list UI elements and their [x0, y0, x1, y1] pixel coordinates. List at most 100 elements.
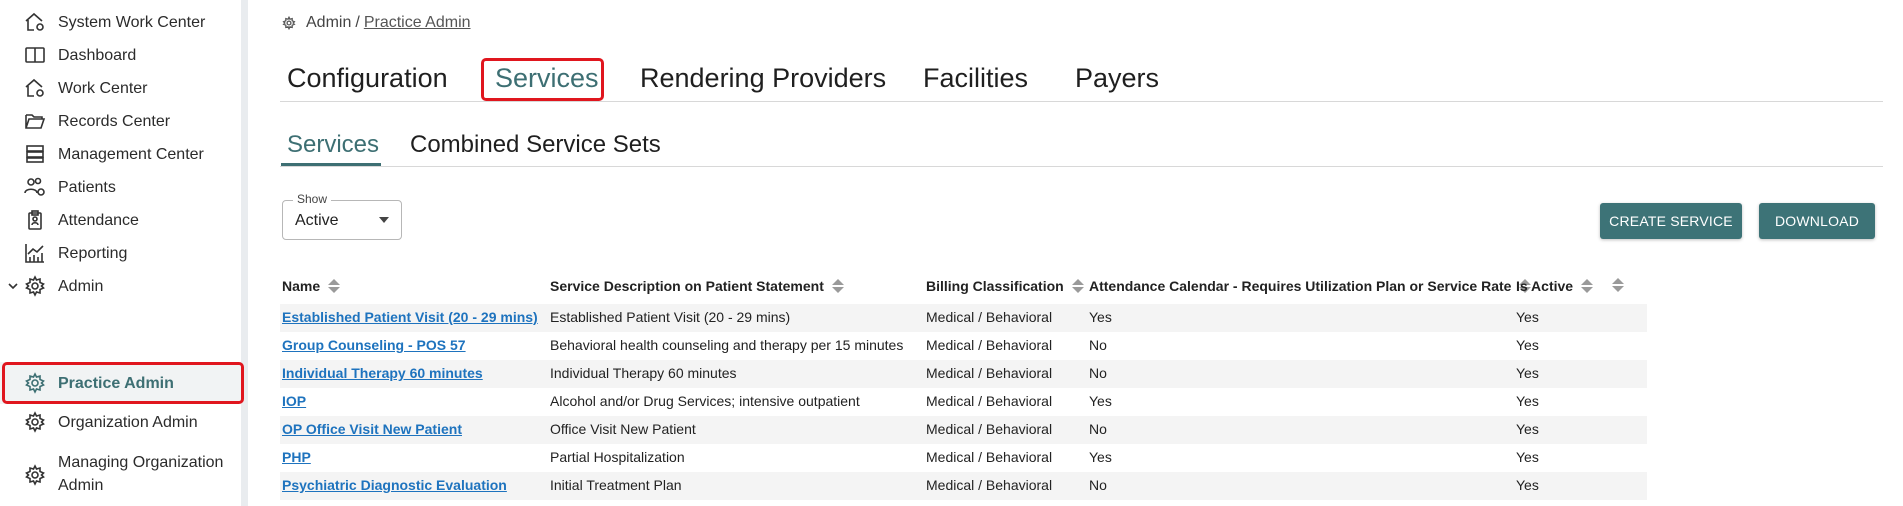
billing-classification: Medical / Behavioral — [926, 337, 1053, 353]
gear-icon — [24, 464, 46, 486]
users-gear-icon — [24, 176, 46, 198]
sidebar-item-label: Organization Admin — [58, 413, 198, 431]
column-header-name[interactable]: Name — [282, 278, 341, 294]
breadcrumb-separator: / — [355, 14, 360, 31]
sidebar-item-label: Reporting — [58, 244, 128, 262]
gear-icon — [282, 15, 298, 31]
download-button[interactable]: DOWNLOAD — [1759, 203, 1875, 239]
service-description: Established Patient Visit (20 - 29 mins) — [550, 309, 791, 325]
book-icon — [24, 44, 46, 66]
sidebar-item-practice-admin[interactable]: Practice Admin — [0, 362, 241, 404]
home-gear-icon — [24, 11, 46, 33]
tab-rendering-providers[interactable]: Rendering Providers — [640, 62, 886, 94]
tab-facilities[interactable]: Facilities — [923, 62, 1028, 94]
attendance-calendar: No — [1089, 477, 1107, 493]
chart-icon — [24, 242, 46, 264]
tab-services[interactable]: Services — [495, 62, 599, 94]
service-name-link[interactable]: OP Office Visit New Patient — [282, 421, 462, 437]
column-header-description[interactable]: Service Description on Patient Statement — [550, 278, 844, 294]
is-active: Yes — [1516, 393, 1539, 409]
table-row: OP Office Visit New Patient Office Visit… — [280, 416, 1647, 444]
chevron-down-icon[interactable] — [6, 279, 20, 293]
service-description: Behavioral health counseling and therapy… — [550, 337, 904, 353]
column-header-actions[interactable] — [1612, 278, 1624, 292]
service-name-link[interactable]: Individual Therapy 60 minutes — [282, 365, 483, 381]
subtabs-divider — [280, 166, 1883, 167]
is-active: Yes — [1516, 449, 1539, 465]
sort-icon[interactable] — [1581, 279, 1594, 293]
breadcrumb: Admin / Practice Admin — [282, 14, 471, 32]
sidebar-divider — [241, 0, 248, 506]
attendance-calendar: Yes — [1089, 449, 1112, 465]
billing-classification: Medical / Behavioral — [926, 449, 1053, 465]
service-name-link[interactable]: Established Patient Visit (20 - 29 mins) — [282, 309, 538, 325]
sidebar-item-admin[interactable]: Admin — [0, 266, 241, 306]
show-filter-value: Active — [295, 212, 339, 229]
billing-classification: Medical / Behavioral — [926, 393, 1053, 409]
sidebar-item-label-line2: Admin — [58, 477, 104, 494]
home-gear-icon — [24, 77, 46, 99]
sidebar-item-organization-admin[interactable]: Organization Admin — [0, 402, 241, 442]
is-active: Yes — [1516, 309, 1539, 325]
caret-down-icon — [379, 217, 389, 223]
column-header-billing-classification[interactable]: Billing Classification — [926, 278, 1084, 294]
sidebar-item-label: Records Center — [58, 112, 171, 130]
service-name-link[interactable]: Psychiatric Diagnostic Evaluation — [282, 477, 507, 493]
service-name-link[interactable]: PHP — [282, 449, 311, 465]
column-header-label: Name — [282, 278, 321, 294]
is-active: Yes — [1516, 421, 1539, 437]
server-icon — [24, 143, 46, 165]
sidebar-item-label: Patients — [58, 178, 116, 196]
sidebar-item-label: Practice Admin — [58, 374, 174, 392]
sidebar-item-label: Work Center — [58, 79, 148, 97]
service-description: Partial Hospitalization — [550, 449, 685, 465]
attendance-calendar: Yes — [1089, 393, 1112, 409]
tabs-divider — [280, 101, 1883, 102]
sidebar: System Work Center Dashboard Work Center… — [0, 0, 241, 506]
gear-icon — [24, 372, 46, 394]
table-row: Group Counseling - POS 57 Behavioral hea… — [280, 332, 1647, 360]
attendance-calendar: No — [1089, 337, 1107, 353]
sort-icon[interactable] — [831, 279, 844, 293]
create-service-button[interactable]: CREATE SERVICE — [1600, 203, 1742, 239]
sidebar-item-label: Admin — [58, 277, 104, 295]
billing-classification: Medical / Behavioral — [926, 309, 1053, 325]
service-description: Individual Therapy 60 minutes — [550, 365, 737, 381]
table-row: Individual Therapy 60 minutes Individual… — [280, 360, 1647, 388]
tab-payers[interactable]: Payers — [1075, 62, 1159, 94]
column-header-label: Attendance Calendar - Requires Utilizati… — [1089, 278, 1512, 294]
sidebar-item-managing-organization-admin[interactable]: Managing Organization Admin — [0, 450, 241, 500]
breadcrumb-current-link[interactable]: Practice Admin — [364, 14, 471, 32]
column-header-label: Service Description on Patient Statement — [550, 278, 824, 294]
service-description: Alcohol and/or Drug Services; intensive … — [550, 393, 860, 409]
sidebar-item-label: Managing Organization — [58, 454, 224, 471]
service-name-link[interactable]: IOP — [282, 393, 306, 409]
attendance-calendar: No — [1089, 365, 1107, 381]
is-active: Yes — [1516, 337, 1539, 353]
service-name-link[interactable]: Group Counseling - POS 57 — [282, 337, 466, 353]
sidebar-item-label: Management Center — [58, 145, 204, 163]
gear-icon — [24, 275, 46, 297]
table-row: Established Patient Visit (20 - 29 mins)… — [280, 304, 1647, 332]
column-header-is-active[interactable]: Is Active — [1516, 278, 1594, 294]
sort-icon[interactable] — [328, 279, 341, 293]
tab-configuration[interactable]: Configuration — [287, 62, 448, 94]
sort-icon[interactable] — [1612, 278, 1624, 292]
service-description: Initial Treatment Plan — [550, 477, 682, 493]
folder-open-icon — [24, 110, 46, 132]
sidebar-item-label: System Work Center — [58, 13, 206, 31]
column-header-attendance-calendar[interactable]: Attendance Calendar - Requires Utilizati… — [1089, 278, 1532, 294]
clipboard-icon — [24, 209, 46, 231]
column-header-label: Billing Classification — [926, 278, 1064, 294]
show-filter-select[interactable]: Show Active — [282, 192, 402, 240]
subtab-services[interactable]: Services — [287, 130, 379, 160]
column-header-label: Is Active — [1516, 278, 1574, 294]
gear-icon — [24, 411, 46, 433]
sort-icon[interactable] — [1071, 279, 1084, 293]
billing-classification: Medical / Behavioral — [926, 477, 1053, 493]
table-row: Psychiatric Diagnostic Evaluation Initia… — [280, 472, 1647, 500]
subtab-combined-service-sets[interactable]: Combined Service Sets — [410, 130, 661, 160]
is-active: Yes — [1516, 477, 1539, 493]
attendance-calendar: Yes — [1089, 309, 1112, 325]
attendance-calendar: No — [1089, 421, 1107, 437]
